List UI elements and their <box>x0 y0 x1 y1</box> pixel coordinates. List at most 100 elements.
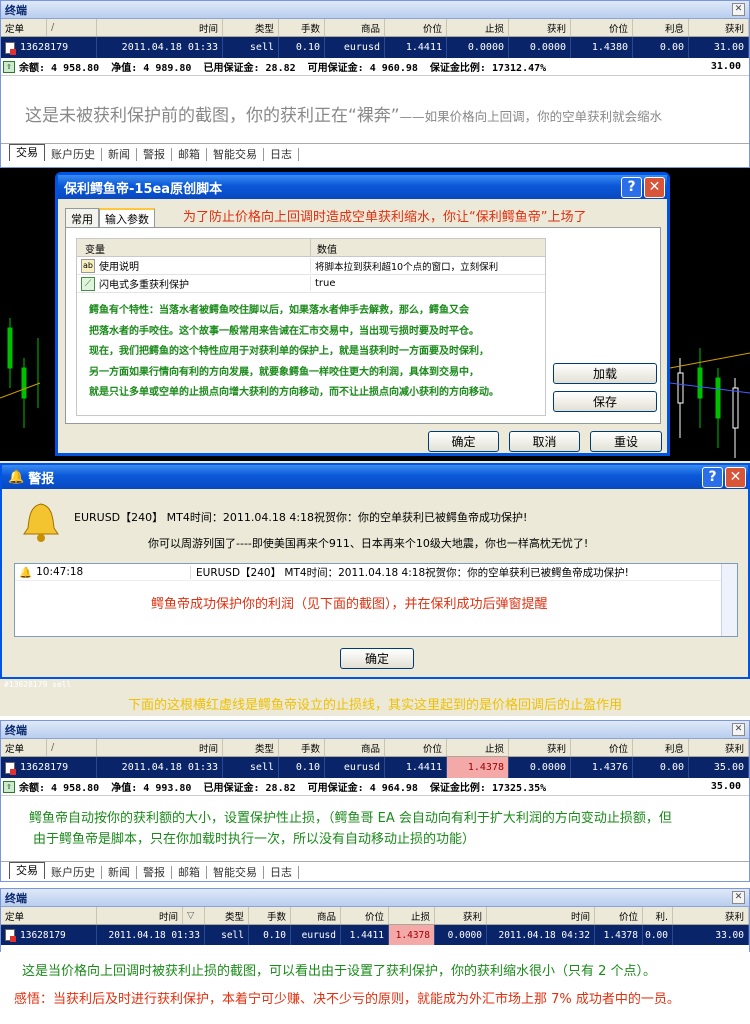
order-row[interactable]: 13628179 2011.04.18 01:33 sell 0.10 euru… <box>1 757 749 778</box>
col-price[interactable]: 价位 <box>385 19 447 36</box>
col-profit[interactable]: 获利 <box>673 907 749 924</box>
tab-inputs[interactable]: 输入参数 <box>99 208 155 229</box>
col-price[interactable]: 价位 <box>385 739 447 756</box>
col-price2[interactable]: 价位 <box>571 19 633 36</box>
help-icon[interactable]: ? <box>702 466 723 488</box>
tab-history[interactable]: 账户历史 <box>45 148 102 161</box>
param-row[interactable]: ⟋ 闪电式多重获利保护 true <box>77 275 545 293</box>
col-order[interactable]: 定单 <box>1 907 97 924</box>
col-swap[interactable]: 利息 <box>633 739 689 756</box>
ok-button[interactable]: 确定 <box>428 431 499 452</box>
col-variable[interactable]: 变量 <box>77 239 311 256</box>
col-tp[interactable]: 获利 <box>435 907 487 924</box>
tab-experts[interactable]: 智能交易 <box>207 866 264 879</box>
desc-line: 就是只让多单或空单的止损点向增大获利的方向移动，而不让止损点向减小获利的方向移动… <box>89 387 499 398</box>
order-price: 1.4411 <box>341 925 389 945</box>
order-type: sell <box>223 37 279 58</box>
close-icon[interactable]: ✕ <box>732 723 745 736</box>
tab-news[interactable]: 新闻 <box>102 148 137 161</box>
tab-journal[interactable]: 日志 <box>264 148 299 161</box>
stop-line-annotation: 下面的这根横红虚线是鳄鱼帝设立的止损线，其实这里起到的是价格回调后的止盈作用 <box>127 698 622 713</box>
note-line: 鳄鱼帝自动按你的获利额的大小，设置保护性止损，（鳄鱼哥 EA 会自动向有利于扩大… <box>29 811 672 826</box>
tab-history[interactable]: 账户历史 <box>45 866 102 879</box>
param-name: 闪电式多重获利保护 <box>99 280 189 291</box>
tab-alerts[interactable]: 警报 <box>137 148 172 161</box>
col-profit[interactable]: 获利 <box>689 19 749 36</box>
params-grid: 变量 数值 ab 使用说明 将脚本拉到获利超10个点的窗口，立刻保利 ⟋ 闪电式… <box>76 238 546 416</box>
close-icon[interactable]: ✕ <box>732 3 745 16</box>
ok-button[interactable]: 确定 <box>340 648 414 669</box>
order-sl-highlighted: 1.4378 <box>389 925 435 945</box>
help-icon[interactable]: ? <box>621 176 642 198</box>
col-lots[interactable]: 手数 <box>249 907 291 924</box>
col-tp[interactable]: 获利 <box>509 19 571 36</box>
col-tp[interactable]: 获利 <box>509 739 571 756</box>
history-row[interactable]: 13628179 2011.04.18 01:33 sell 0.10 euru… <box>1 925 749 945</box>
col-sl[interactable]: 止损 <box>389 907 435 924</box>
tab-news[interactable]: 新闻 <box>102 866 137 879</box>
col-type[interactable]: 类型 <box>223 19 279 36</box>
col-order[interactable]: 定单 <box>1 739 47 756</box>
close-icon[interactable]: ✕ <box>644 176 665 198</box>
col-sort[interactable]: / <box>47 739 97 756</box>
col-lots[interactable]: 手数 <box>279 739 325 756</box>
tab-mailbox[interactable]: 邮箱 <box>172 866 207 879</box>
alert-dialog: 🔔 警报 ? ✕ EURUSD【240】 MT4时间：2011.04.18 4:18… <box>0 463 750 679</box>
tab-journal[interactable]: 日志 <box>264 866 299 879</box>
col-lots[interactable]: 手数 <box>279 19 325 36</box>
bottom-note-1: 这是当价格向上回调时被获利止损的截图，可以看出由于设置了获利保护，你的获利缩水很… <box>22 964 657 979</box>
tab-trade[interactable]: 交易 <box>9 862 45 879</box>
scrollbar[interactable] <box>721 564 737 636</box>
close-icon[interactable]: ✕ <box>725 466 746 488</box>
param-value[interactable]: 将脚本拉到获利超10个点的窗口，立刻保利 <box>311 259 545 273</box>
cancel-button[interactable]: 取消 <box>509 431 580 452</box>
order-tp: 0.0000 <box>509 37 571 58</box>
col-profit[interactable]: 获利 <box>689 739 749 756</box>
order-time: 2011.04.18 01:33 <box>97 37 223 58</box>
order-sell-icon <box>5 761 16 775</box>
bottom-note-2: 感悟：当获利后及时进行获利保护，本着宁可少赚、决不少亏的原则，就能成为外汇市场上… <box>14 992 680 1007</box>
col-symbol[interactable]: 商品 <box>325 739 385 756</box>
col-close-price[interactable]: 价位 <box>595 907 643 924</box>
desc-line: 现在，我们把鳄鱼的这个特性应用于对获利单的保护上，就是当获利时一方面要及时保利， <box>89 346 489 357</box>
tab-experts[interactable]: 智能交易 <box>207 148 264 161</box>
param-row[interactable]: ab 使用说明 将脚本拉到获利超10个点的窗口，立刻保利 <box>77 257 545 275</box>
col-type[interactable]: 类型 <box>223 739 279 756</box>
col-time[interactable]: 时间 <box>97 19 223 36</box>
order-swap: 0.00 <box>633 757 689 778</box>
tab-common[interactable]: 常用 <box>65 208 99 229</box>
reset-button[interactable]: 重设 <box>590 431 662 452</box>
param-value[interactable]: true <box>311 278 545 289</box>
order-close-price: 1.4378 <box>595 925 643 945</box>
col-symbol[interactable]: 商品 <box>325 19 385 36</box>
order-id: 13628179 <box>20 42 69 53</box>
col-sort[interactable]: / <box>47 19 97 36</box>
alert-list-row[interactable]: 🔔 10:47:18 EURUSD【240】 MT4时间：2011.04.18 4… <box>15 564 737 581</box>
tab-mailbox[interactable]: 邮箱 <box>172 148 207 161</box>
alert-list: 🔔 10:47:18 EURUSD【240】 MT4时间：2011.04.18 4… <box>14 563 738 637</box>
load-button[interactable]: 加载 <box>553 363 657 384</box>
close-icon[interactable]: ✕ <box>732 891 745 904</box>
param-name: 使用说明 <box>99 262 139 273</box>
tab-trade[interactable]: 交易 <box>9 144 45 161</box>
col-sl[interactable]: 止损 <box>447 19 509 36</box>
tab-alerts[interactable]: 警报 <box>137 866 172 879</box>
col-price[interactable]: 价位 <box>341 907 389 924</box>
col-order[interactable]: 定单 <box>1 19 47 36</box>
terminal-tabs: 交易 账户历史 新闻 警报 邮箱 智能交易 日志 <box>1 861 749 879</box>
desc-line: 把落水者的手咬住。这个故事一般常用来告诫在汇市交易中，当出现亏损时要及时平仓。 <box>89 325 479 337</box>
account-summary: ⇧ 余额: 4 958.80 净值: 4 993.80 已用保证金: 28.82… <box>1 778 749 796</box>
col-swap[interactable]: 利息 <box>633 19 689 36</box>
order-row[interactable]: 13628179 2011.04.18 01:33 sell 0.10 euru… <box>1 37 749 58</box>
col-close-time[interactable]: 时间 <box>487 907 595 924</box>
col-swap[interactable]: 利. <box>643 907 673 924</box>
col-value[interactable]: 数值 <box>311 239 545 256</box>
col-type[interactable]: 类型 <box>205 907 249 924</box>
sort-icon[interactable]: ▽ <box>183 907 205 924</box>
save-button[interactable]: 保存 <box>553 391 657 412</box>
col-price2[interactable]: 价位 <box>571 739 633 756</box>
col-sl[interactable]: 止损 <box>447 739 509 756</box>
col-time[interactable]: 时间 <box>97 907 183 924</box>
col-symbol[interactable]: 商品 <box>291 907 341 924</box>
col-time[interactable]: 时间 <box>97 739 223 756</box>
